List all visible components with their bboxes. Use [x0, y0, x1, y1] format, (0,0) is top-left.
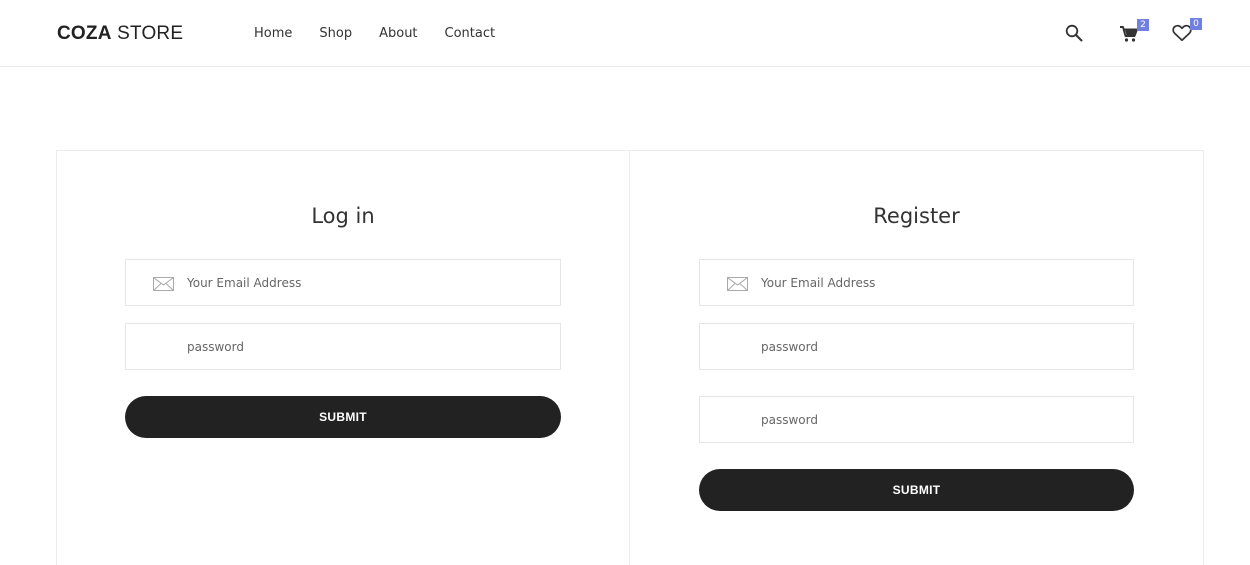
heart-icon [1172, 24, 1192, 42]
site-header: COZA STORE Home Shop About Contact 2 0 [0, 0, 1250, 67]
register-password-input[interactable] [700, 324, 1133, 369]
panel-divider [629, 150, 630, 565]
register-confirm-password-input[interactable] [700, 397, 1133, 442]
mail-icon [727, 277, 748, 291]
nav-contact[interactable]: Contact [445, 26, 496, 41]
mail-icon [153, 277, 174, 291]
register-password-field [699, 323, 1134, 370]
logo-bold-text: COZA [57, 23, 112, 44]
login-email-input[interactable] [126, 260, 560, 305]
cart-count-badge: 2 [1137, 19, 1149, 31]
register-confirm-password-field [699, 396, 1134, 443]
login-password-input[interactable] [126, 324, 560, 369]
login-title: Log in [311, 204, 375, 228]
cart-button[interactable]: 2 [1119, 19, 1149, 43]
register-email-input[interactable] [700, 260, 1133, 305]
wishlist-button[interactable]: 0 [1172, 18, 1202, 42]
register-title: Register [873, 204, 960, 228]
register-email-field [699, 259, 1134, 306]
login-submit-button[interactable]: SUBMIT [125, 396, 561, 438]
nav-shop[interactable]: Shop [319, 26, 352, 41]
search-icon [1065, 24, 1083, 42]
login-password-field [125, 323, 561, 370]
nav-about[interactable]: About [379, 26, 417, 41]
logo-light-text: STORE [111, 23, 184, 44]
login-email-field [125, 259, 561, 306]
wishlist-count-badge: 0 [1190, 18, 1202, 30]
main-nav: Home Shop About Contact [254, 26, 522, 41]
search-button[interactable] [1065, 24, 1083, 42]
site-logo[interactable]: COZA STORE [57, 23, 183, 45]
nav-home[interactable]: Home [254, 26, 292, 41]
cart-icon [1120, 26, 1138, 42]
register-submit-button[interactable]: SUBMIT [699, 469, 1134, 511]
